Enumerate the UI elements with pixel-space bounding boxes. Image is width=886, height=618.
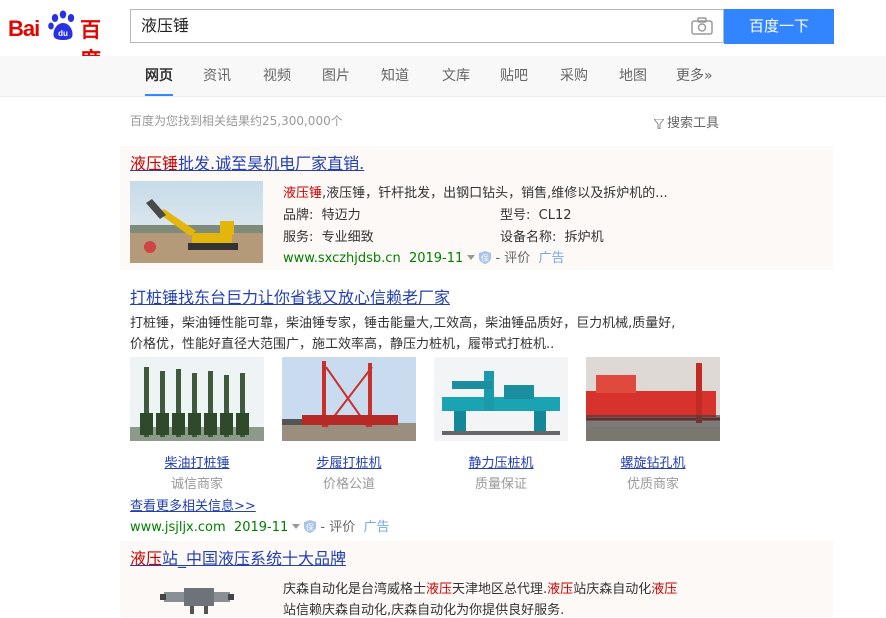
tab-purchase[interactable]: 采购 [560,56,588,96]
image-static-pile-press[interactable] [434,357,568,441]
field-label: 设备名称: [500,230,557,245]
search-button[interactable]: 百度一下 [724,9,834,44]
field-value: 拆炉机 [564,230,604,245]
ad-label[interactable]: 广告 [363,520,389,535]
field-label: 服务: [283,230,314,245]
desc-text: 站庆森自动化 [573,582,652,597]
result-count: 百度为您找到相关结果约25,300,000个 [130,114,343,128]
svg-text:保: 保 [306,522,314,532]
tab-wenku[interactable]: 文库 [442,56,470,96]
image-subtitle-1: 诚信商家 [170,477,223,492]
image-caption-4[interactable]: 螺旋钻孔机 [586,452,720,471]
search-tools[interactable]: 搜索工具 [654,112,719,131]
dropdown-arrow-icon[interactable] [467,255,476,260]
desc-highlight: 液压 [651,582,678,597]
image-subtitle-2: 价格公道 [322,477,375,492]
shield-icon[interactable]: 保 [304,520,317,533]
search-box[interactable]: 液压锤 [130,9,724,43]
field-value: CL12 [538,208,572,223]
result1-description: 液压锤,液压锤，钎杆批发，出钢口钻头，销售,维修以及拆炉机的... [283,182,668,201]
rate-link[interactable]: - 评价 [320,520,355,535]
image-caption-3[interactable]: 静力压桩机 [434,452,568,471]
result2-description-line2: 价格优，性能好直径大范围广，施工效率高，静压力桩机，履带式打桩机.. [130,337,555,352]
nav-tabs: 网页 资讯 视频 图片 知道 文库 贴吧 采购 地图 更多» [0,56,886,97]
image-subtitle-3: 质量保证 [474,477,527,492]
result-title-2[interactable]: 打桩锤找东台巨力让你省钱又放心信赖老厂家 [130,284,450,308]
field-brand: 品牌: 特迈力 [283,204,361,223]
more-info-link[interactable]: 查看更多相关信息>> [130,495,256,514]
title-highlight: 液压 [130,549,163,568]
result-thumbnail-excavator[interactable] [130,181,263,263]
result2-meta: www.jsjljx.com 2019-11 保 - 评价 广告 [130,516,390,535]
image-walking-pile-driver[interactable] [282,357,416,441]
ad-label[interactable]: 广告 [539,251,565,266]
field-device-name: 设备名称: 拆炉机 [500,226,604,245]
desc-text: 天津地区总代理. [452,582,548,597]
result-date: 2019-11 [408,251,464,266]
svg-text:保: 保 [481,253,489,263]
result1-meta: www.sxczhjdsb.cn 2019-11 保 - 评价 广告 [283,247,565,266]
search-input[interactable]: 液压锤 [141,10,681,42]
desc-text: 庆森自动化是台湾威格士 [283,582,427,597]
paw-icon: du [48,10,75,40]
logo-text-left: Bai [8,16,40,41]
field-value: 专业细致 [321,230,374,245]
result-date: 2019-11 [233,520,289,535]
title-highlight: 液压锤 [130,154,179,173]
image-spiral-drill[interactable] [586,357,720,441]
result-thumbnail-hydraulic[interactable] [130,576,263,617]
image-diesel-hammer[interactable] [130,357,264,441]
result-url[interactable]: www.sxczhjdsb.cn [283,251,401,266]
tab-tieba[interactable]: 贴吧 [500,56,528,96]
result-title-1[interactable]: 液压锤批发.诚至昊机电厂家直销. [130,150,364,174]
desc-highlight: 液压 [426,582,453,597]
svg-text:du: du [58,29,68,38]
filter-icon [654,118,664,129]
title-text: 站_中国液压系统十大品牌 [162,549,347,568]
field-value: 特迈力 [321,208,361,223]
shield-icon[interactable]: 保 [479,251,492,264]
title-text: 批发.诚至昊机电厂家直销. [178,154,365,173]
desc-highlight: 液压锤 [283,186,323,201]
tab-map[interactable]: 地图 [619,56,647,96]
tab-webpage[interactable]: 网页 [145,56,173,96]
field-service: 服务: 专业细致 [283,226,374,245]
desc-text: ,液压锤，钎杆批发，出钢口钻头，销售,维修以及拆炉机的... [322,186,668,201]
result3-description-line1: 庆森自动化是台湾威格士液压天津地区总代理.液压站庆森自动化液压 [283,578,677,597]
tab-more[interactable]: 更多» [676,56,713,96]
image-caption-1[interactable]: 柴油打桩锤 [130,452,264,471]
dropdown-arrow-icon[interactable] [292,524,301,529]
image-subtitle-4: 优质商家 [626,477,679,492]
camera-icon[interactable] [691,17,713,35]
result-url[interactable]: www.jsjljx.com [130,520,226,535]
field-model: 型号: CL12 [500,204,572,223]
search-tools-label: 搜索工具 [667,116,720,131]
title-text: 打桩锤找东台巨力让你省钱又放心信赖老厂家 [130,288,451,307]
tab-video[interactable]: 视频 [263,56,291,96]
tab-images[interactable]: 图片 [322,56,350,96]
result2-description-line1: 打桩锤，柴油锤性能可靠，柴油锤专家，锤击能量大,工效高，柴油锤品质好，巨力机械,… [130,316,676,331]
field-label: 品牌: [283,208,314,223]
result3-description-line2: 站信赖庆森自动化,庆森自动化为你提供良好服务. [283,603,565,618]
result-title-3[interactable]: 液压站_中国液压系统十大品牌 [130,545,346,569]
baidu-logo[interactable]: Bai du 百度 [8,8,120,72]
tab-news[interactable]: 资讯 [203,56,231,96]
header: Bai du 百度 液压锤 百度一下 [0,0,886,72]
rate-link[interactable]: - 评价 [495,251,530,266]
field-label: 型号: [500,208,531,223]
tab-zhidao[interactable]: 知道 [381,56,409,96]
desc-highlight: 液压 [547,582,574,597]
image-caption-2[interactable]: 步履打桩机 [282,452,416,471]
